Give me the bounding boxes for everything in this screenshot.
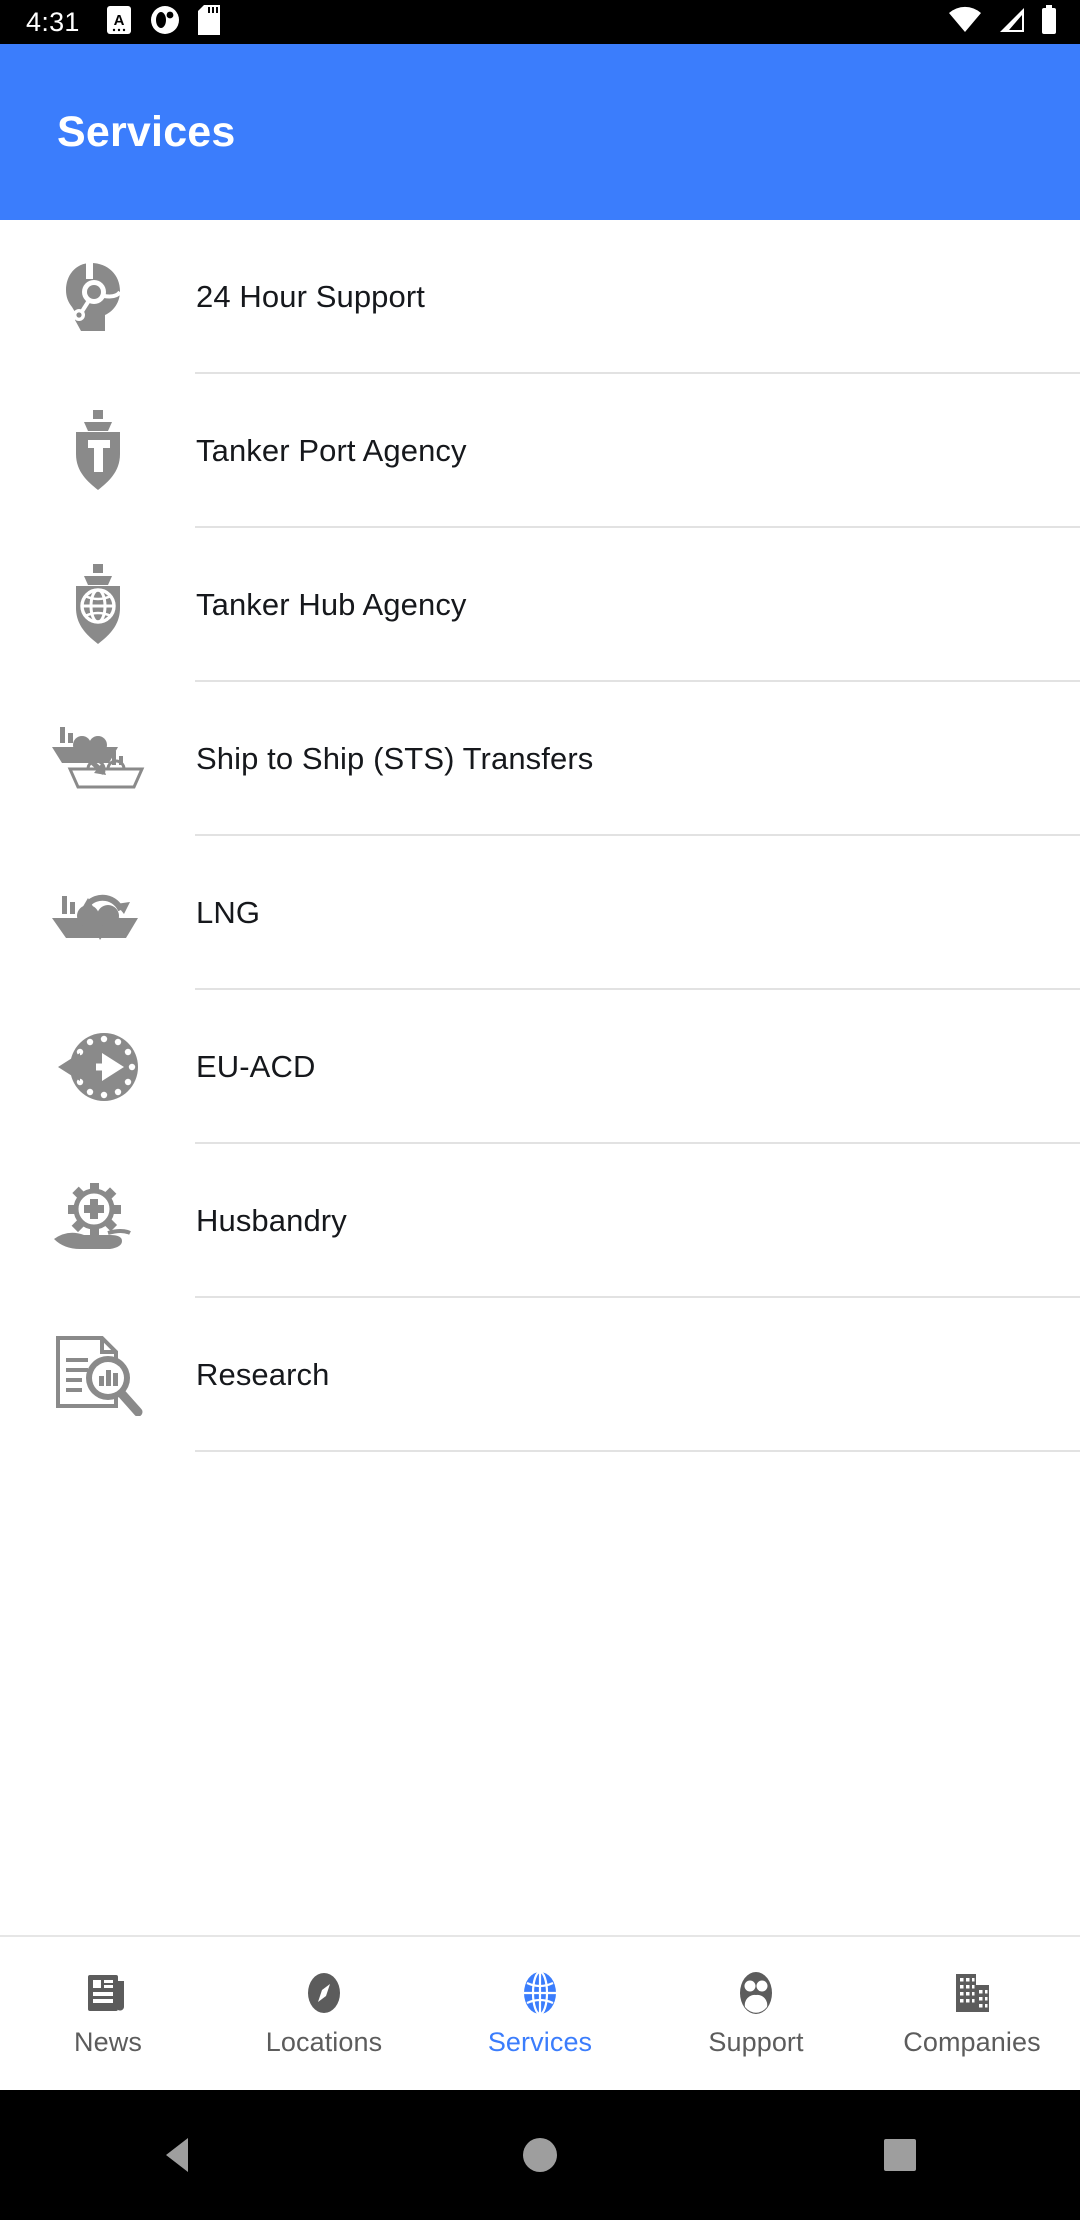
list-item-label: Ship to Ship (STS) Transfers: [196, 741, 594, 776]
home-circle-icon[interactable]: [440, 2090, 640, 2220]
system-navigation-bar: [0, 2090, 1080, 2220]
cellular-signal-icon: [996, 6, 1026, 39]
document-magnifier-chart-icon: [0, 1298, 196, 1452]
buildings-icon: [948, 1969, 996, 2017]
recents-square-icon[interactable]: [800, 2090, 1000, 2220]
nav-tab-companies[interactable]: Companies: [864, 1936, 1080, 2091]
shield-tanker-t-icon: [0, 374, 196, 528]
hand-gear-icon: [0, 1144, 196, 1298]
list-item-label: Husbandry: [196, 1203, 347, 1238]
phone-screen: 4:31 A Services 24 Hour Support Tanker P…: [0, 0, 1080, 2220]
shield-globe-icon: [0, 528, 196, 682]
list-item[interactable]: LNG: [0, 836, 1080, 990]
newspaper-icon: [84, 1969, 132, 2017]
nav-tab-label: Locations: [265, 2027, 383, 2057]
list-item[interactable]: Husbandry: [0, 1144, 1080, 1298]
page-title: Services: [57, 107, 236, 156]
globe-icon: [516, 1969, 564, 2017]
list-item-label: Tanker Hub Agency: [196, 587, 467, 622]
bottom-navigation-bar: News Locations Services Support Companie…: [0, 1935, 1080, 2090]
list-divider: [195, 1450, 1080, 1452]
sd-card-icon: [197, 4, 220, 40]
status-bar-system-icons: [948, 4, 1058, 40]
nav-tab-services[interactable]: Services: [432, 1936, 648, 2091]
status-bar-clock: 4:31: [26, 6, 80, 37]
wifi-icon: [948, 6, 982, 39]
nav-tab-support[interactable]: Support: [648, 1936, 864, 2091]
screenshot-icon: A: [106, 5, 132, 40]
list-item[interactable]: Research: [0, 1298, 1080, 1452]
lng-tanker-cycle-icon: [0, 836, 196, 990]
list-item-label: EU-ACD: [196, 1049, 316, 1084]
list-item[interactable]: Ship to Ship (STS) Transfers: [0, 682, 1080, 836]
list-item-label: Tanker Port Agency: [196, 433, 467, 468]
list-item-label: LNG: [196, 895, 261, 930]
eu-stars-arrows-icon: [0, 990, 196, 1144]
list-item-label: 24 Hour Support: [196, 279, 425, 314]
list-item-label: Research: [196, 1357, 330, 1392]
nav-tab-label: Services: [487, 2027, 593, 2057]
nav-tab-label: News: [74, 2027, 142, 2057]
status-bar: 4:31 A: [0, 0, 1080, 44]
support-headset-icon: [0, 220, 196, 374]
app-bar: Services: [0, 44, 1080, 220]
svg-text:A: A: [113, 12, 124, 29]
services-list: 24 Hour Support Tanker Port Agency Tanke…: [0, 220, 1080, 1935]
nav-tab-locations[interactable]: Locations: [216, 1936, 432, 2091]
list-item[interactable]: Tanker Port Agency: [0, 374, 1080, 528]
list-item[interactable]: EU-ACD: [0, 990, 1080, 1144]
nav-tab-label: Support: [708, 2027, 804, 2057]
compass-icon: [300, 1969, 348, 2017]
battery-icon: [1040, 4, 1058, 40]
nav-tab-news[interactable]: News: [0, 1936, 216, 2091]
app-notification-icon: [150, 5, 180, 40]
back-triangle-icon[interactable]: [80, 2090, 280, 2220]
status-bar-notification-icons: A: [106, 4, 220, 40]
list-item[interactable]: 24 Hour Support: [0, 220, 1080, 374]
people-icon: [732, 1969, 780, 2017]
ship-to-ship-transfer-icon: [0, 682, 196, 836]
list-item: Tanker Hub Agency: [0, 528, 1080, 682]
nav-tab-label: Companies: [903, 2027, 1041, 2057]
